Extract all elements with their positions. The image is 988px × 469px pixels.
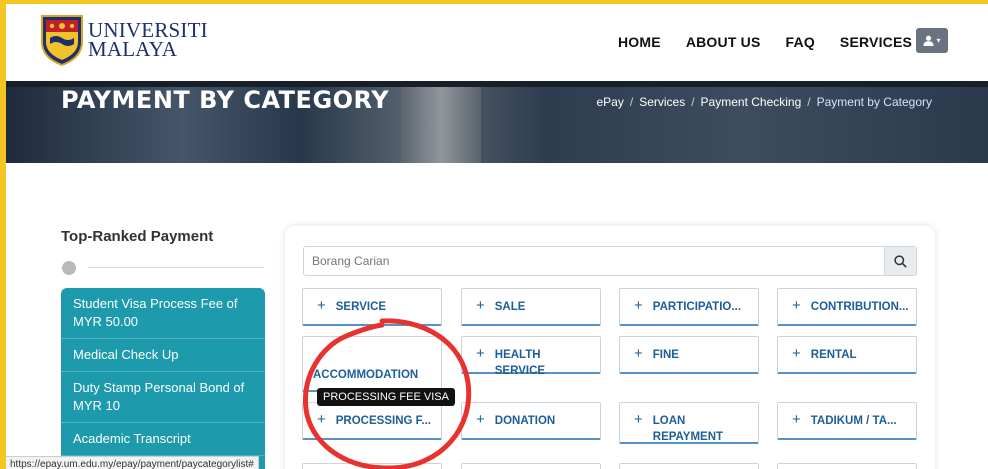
page-title: PAYMENT BY CATEGORY xyxy=(61,86,390,114)
breadcrumb-current: Payment by Category xyxy=(816,95,932,109)
nav-services[interactable]: SERVICES xyxy=(840,34,912,50)
sidebar-item-visa-fee[interactable]: Student Visa Process Fee of MYR 50.00 xyxy=(61,288,265,339)
caret-down-icon: ▾ xyxy=(936,36,941,45)
top-ranked-list: Student Visa Process Fee of MYR 50.00 Me… xyxy=(61,288,265,469)
plus-icon: + xyxy=(792,345,801,362)
search-bar xyxy=(303,246,917,276)
sidebar-item-transcript[interactable]: Academic Transcript xyxy=(61,423,265,456)
plus-icon: + xyxy=(476,297,485,314)
user-icon xyxy=(923,35,934,46)
category-service[interactable]: + SERVICE xyxy=(302,288,442,326)
divider xyxy=(88,267,264,268)
tooltip: PROCESSING FEE VISA xyxy=(317,388,455,406)
category-donation[interactable]: + DONATION xyxy=(461,402,601,440)
plus-icon: + xyxy=(317,411,326,428)
search-input[interactable] xyxy=(304,247,884,275)
banner-column-image xyxy=(401,81,481,163)
breadcrumb-services[interactable]: Services xyxy=(639,95,685,109)
category-health-service[interactable]: + HEALTH SERVICE xyxy=(461,336,601,377)
category-loan-repayment[interactable]: + LOAN REPAYMENT xyxy=(619,402,759,444)
breadcrumb-epay[interactable]: ePay xyxy=(596,95,623,109)
category-next-row[interactable] xyxy=(302,463,442,469)
category-processing-fee[interactable]: + PROCESSING F... xyxy=(302,402,442,440)
university-logo[interactable]: UNIVERSITI MALAYA xyxy=(40,14,208,66)
main-nav: HOME ABOUT US FAQ SERVICES xyxy=(618,34,937,50)
sidebar-item-duty-stamp[interactable]: Duty Stamp Personal Bond of MYR 10 xyxy=(61,372,265,423)
plus-icon: + xyxy=(476,345,485,362)
nav-faq[interactable]: FAQ xyxy=(786,34,815,50)
site-header: UNIVERSITI MALAYA HOME ABOUT US FAQ SERV… xyxy=(6,4,988,81)
category-next-row[interactable] xyxy=(461,463,601,469)
plus-icon: + xyxy=(317,297,326,314)
breadcrumb: ePay / Services / Payment Checking / Pay… xyxy=(596,95,932,109)
page-banner: PAYMENT BY CATEGORY ePay / Services / Pa… xyxy=(6,81,988,163)
sidebar-title: Top-Ranked Payment xyxy=(61,228,214,245)
dot-icon xyxy=(62,261,76,275)
plus-icon: + xyxy=(476,411,485,428)
category-fine[interactable]: + FINE xyxy=(619,336,759,374)
user-menu-button[interactable]: ▾ xyxy=(916,28,948,53)
sidebar-item-medical[interactable]: Medical Check Up xyxy=(61,339,265,372)
category-contribution[interactable]: + CONTRIBUTION... xyxy=(777,288,917,326)
logo-line2: MALAYA xyxy=(88,37,178,61)
status-bar-url: https://epay.um.edu.my/epay/payment/payc… xyxy=(6,456,259,469)
category-tadikum[interactable]: + TADIKUM / TA... xyxy=(777,402,917,440)
category-next-row[interactable] xyxy=(619,463,759,469)
plus-icon: + xyxy=(634,411,643,428)
plus-icon: + xyxy=(634,345,643,362)
category-accommodation[interactable]: ACCOMMODATION xyxy=(302,336,442,392)
category-rental[interactable]: + RENTAL xyxy=(777,336,917,374)
nav-home[interactable]: HOME xyxy=(618,34,661,50)
search-icon xyxy=(894,254,907,268)
plus-icon: + xyxy=(792,411,801,428)
category-participation[interactable]: + PARTICIPATIO... xyxy=(619,288,759,326)
search-button[interactable] xyxy=(884,247,916,275)
breadcrumb-payment-checking[interactable]: Payment Checking xyxy=(701,95,802,109)
category-sale[interactable]: + SALE xyxy=(461,288,601,326)
nav-about-us[interactable]: ABOUT US xyxy=(686,34,761,50)
plus-icon: + xyxy=(634,297,643,314)
crest-icon xyxy=(41,15,83,66)
plus-icon: + xyxy=(792,297,801,314)
page: UNIVERSITI MALAYA HOME ABOUT US FAQ SERV… xyxy=(6,4,988,469)
category-next-row[interactable] xyxy=(777,463,917,469)
